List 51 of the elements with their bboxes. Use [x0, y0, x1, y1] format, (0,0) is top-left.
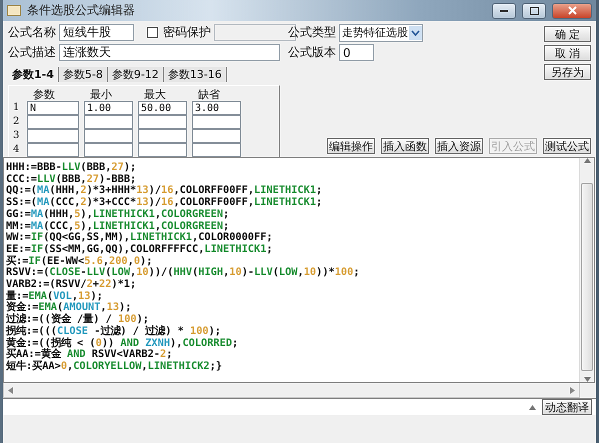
code-line: 买AA:=黄金 AND RSVV<VARB2-2;	[6, 349, 174, 360]
translate-button[interactable]: 动态翻译	[542, 399, 592, 415]
param-cell[interactable]: N	[27, 101, 79, 115]
toolbar-button[interactable]: 编辑操作	[327, 138, 375, 154]
code-line: 拐纯:=(((CLOSE -过滤) / 过滤) * 100);	[6, 326, 222, 337]
code-line: 黄金:=((拐纯 < (0)) AND ZXNH),COLORRED;	[6, 338, 240, 349]
code-line: 短牛:买AA>0,COLORYELLOW,LINETHICK2;}	[6, 360, 224, 373]
description-label: 公式描述	[8, 44, 56, 61]
code-line: MM:=MA(CCC,5),LINETHICK1,COLORGREEN;	[6, 220, 230, 232]
code-line: 量:=EMA(VOL,13);	[6, 290, 104, 302]
code-line: 资金:=EMA(AMOUNT,13);	[6, 302, 132, 314]
row-number: 3	[13, 129, 20, 143]
code-line: WW:=IF(QQ<GG,SS,MM),LINETHICK1,COLOR0000FF;	[6, 232, 274, 244]
row-number: 4	[13, 143, 20, 157]
column-header: 最大	[143, 88, 167, 101]
dialog-button[interactable]: 取 消	[544, 45, 591, 61]
param-tab[interactable]: 参数5-8	[58, 67, 108, 82]
name-label: 公式名称	[8, 24, 56, 41]
column-header: 参数	[32, 88, 56, 101]
type-select[interactable]: 走势特征选股	[339, 24, 423, 42]
param-cell[interactable]: 3.00	[192, 101, 241, 115]
code-line: SS:=(MA(CCC,2)*3+CCC*13)/16,COLORFF00FF,LINETHICK1;	[6, 197, 324, 209]
column-header: 缺省	[197, 88, 221, 101]
row-number: 1	[13, 101, 20, 115]
code-line: CCC:=LLV(BBB,27)-BBB;	[6, 174, 138, 185]
toolbar-button[interactable]: 插入函数	[381, 138, 429, 154]
dialog-button[interactable]: 另存为	[544, 64, 591, 80]
row-number: 2	[13, 115, 20, 129]
code-line: 过滤:=((资金 /量) / 100);	[6, 314, 150, 326]
code-line: 买:=IF(EE-WW<5.6,200,0);	[6, 256, 154, 267]
code-line: HHH:=BBB-LLV(BBB,27);	[6, 162, 138, 174]
param-tab[interactable]: 参数9-12	[108, 67, 164, 82]
password-label: 密码保护	[163, 24, 211, 41]
param-tab[interactable]: 参数13-16	[164, 67, 227, 82]
code-line: VARB2:=(RSVV/2+22)*1;	[6, 279, 138, 290]
code-line: EE:=IF(SS<MM,GG,QQ),COLORFFFFCC,LINETHICK1;	[6, 244, 274, 256]
toolbar-button[interactable]: 插入资源	[435, 138, 483, 154]
param-cell[interactable]: 50.00	[138, 101, 187, 115]
window-title: 条件选股公式编辑器	[27, 2, 136, 19]
dialog-button[interactable]: 确 定	[544, 26, 591, 42]
code-line: RSVV:=(CLOSE-LLV(LOW,10))/(HHV(HIGH,10)-LLV(LOW,10))*100;	[6, 267, 361, 279]
code-line: QQ:=(MA(HHH,2)*3+HHH*13)/16,COLORFF00FF,LINETHICK1;	[6, 185, 324, 197]
version-field[interactable]: 0	[339, 44, 374, 61]
param-cell[interactable]: 1.00	[84, 101, 133, 115]
name-field[interactable]: 短线牛股	[59, 24, 134, 41]
description-field[interactable]: 连涨数天	[59, 44, 280, 61]
type-label: 公式类型	[288, 24, 336, 41]
column-header: 最小	[89, 88, 113, 101]
code-line: GG:=MA(HHH,5),LINETHICK1,COLORGREEN;	[6, 208, 230, 221]
version-label: 公式版本	[288, 44, 336, 61]
toolbar-button[interactable]: 测试公式	[543, 138, 591, 154]
